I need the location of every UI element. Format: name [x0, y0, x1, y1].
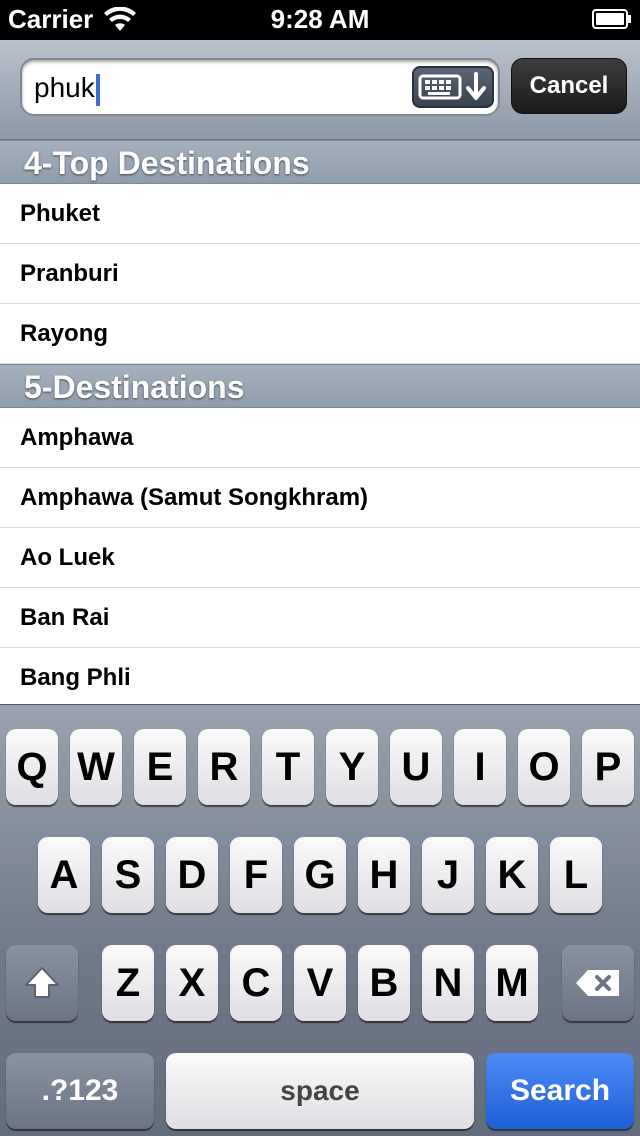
key-z[interactable]: Z	[102, 945, 154, 1021]
key-w[interactable]: W	[70, 729, 122, 805]
list-item[interactable]: Pranburi	[0, 244, 640, 304]
key-y[interactable]: Y	[326, 729, 378, 805]
key-t[interactable]: T	[262, 729, 314, 805]
search-bar: phuk Cancel	[0, 40, 640, 140]
keyboard: Q W E R T Y U I O P A S D F G H J K L Z …	[0, 704, 640, 1136]
section-header: 4-Top Destinations	[0, 140, 640, 184]
key-g[interactable]: G	[294, 837, 346, 913]
list-item[interactable]: Rayong	[0, 304, 640, 364]
key-s[interactable]: S	[102, 837, 154, 913]
key-k[interactable]: K	[486, 837, 538, 913]
key-o[interactable]: O	[518, 729, 570, 805]
shift-icon	[25, 967, 59, 998]
numbers-key[interactable]: .?123	[6, 1053, 154, 1129]
list-item[interactable]: Amphawa (Samut Songkhram)	[0, 468, 640, 528]
key-p[interactable]: P	[582, 729, 634, 805]
key-n[interactable]: N	[422, 945, 474, 1021]
key-q[interactable]: Q	[6, 729, 58, 805]
key-v[interactable]: V	[294, 945, 346, 1021]
battery-icon	[592, 9, 631, 29]
key-x[interactable]: X	[166, 945, 218, 1021]
section-header: 5-Destinations	[0, 364, 640, 408]
list-item[interactable]: Amphawa	[0, 408, 640, 468]
list-item[interactable]: Ao Luek	[0, 528, 640, 588]
delete-key[interactable]	[562, 945, 634, 1021]
search-button[interactable]: Search	[486, 1053, 634, 1129]
key-r[interactable]: R	[198, 729, 250, 805]
keyboard-dismiss-icon[interactable]	[412, 66, 494, 108]
key-u[interactable]: U	[390, 729, 442, 805]
status-bar: Carrier 9:28 AM	[0, 0, 640, 40]
search-input-value: phuk	[34, 72, 95, 103]
text-caret	[95, 73, 100, 106]
key-b[interactable]: B	[358, 945, 410, 1021]
status-time: 9:28 AM	[270, 4, 370, 34]
key-a[interactable]: A	[38, 837, 90, 913]
key-c[interactable]: C	[230, 945, 282, 1021]
key-h[interactable]: H	[358, 837, 410, 913]
results-list[interactable]: 4-Top Destinations Phuket Pranburi Rayon…	[0, 140, 640, 704]
key-i[interactable]: I	[454, 729, 506, 805]
search-input[interactable]: phuk	[20, 58, 500, 116]
key-d[interactable]: D	[166, 837, 218, 913]
backspace-icon	[576, 970, 619, 996]
key-f[interactable]: F	[230, 837, 282, 913]
key-e[interactable]: E	[134, 729, 186, 805]
list-item[interactable]: Phuket	[0, 184, 640, 244]
cancel-button[interactable]: Cancel	[511, 58, 627, 114]
key-j[interactable]: J	[422, 837, 474, 913]
shift-key[interactable]	[6, 945, 78, 1021]
space-key[interactable]: space	[166, 1053, 474, 1129]
key-l[interactable]: L	[550, 837, 602, 913]
list-item[interactable]: Bang Phli	[0, 648, 640, 704]
list-item[interactable]: Ban Rai	[0, 588, 640, 648]
key-m[interactable]: M	[486, 945, 538, 1021]
